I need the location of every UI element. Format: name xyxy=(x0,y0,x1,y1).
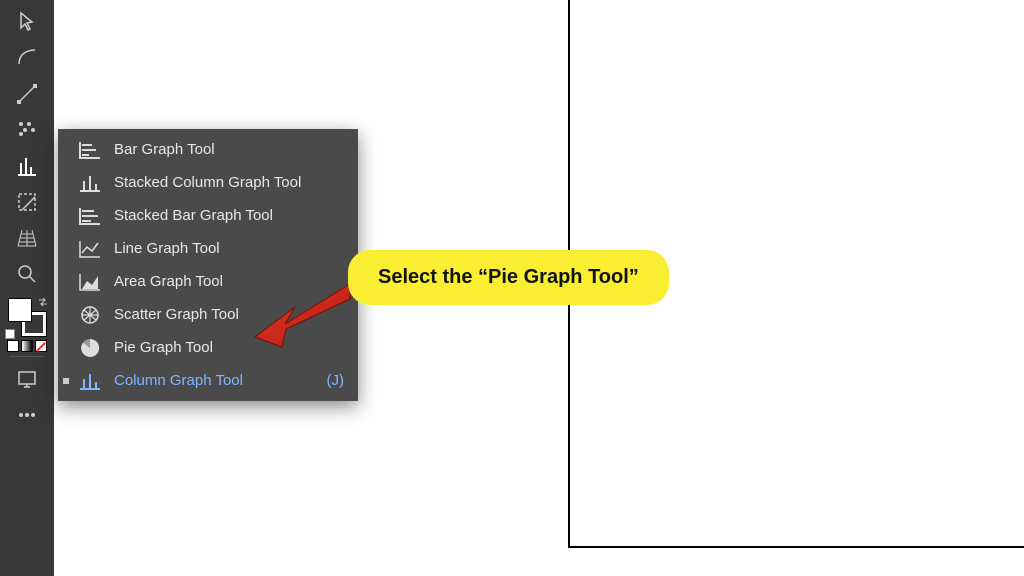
graph-tool-flyout: Bar Graph Tool Stacked Column Graph Tool… xyxy=(58,129,358,401)
default-fill-stroke-icon[interactable] xyxy=(5,329,15,339)
pie-graph-icon xyxy=(78,338,102,358)
flyout-item-label: Column Graph Tool xyxy=(114,372,327,389)
selection-tool-icon xyxy=(15,10,39,34)
color-chip[interactable] xyxy=(7,340,19,352)
zoom-tool-icon xyxy=(15,262,39,286)
symbol-sprayer-tool[interactable] xyxy=(10,113,44,147)
tools-toolbar xyxy=(0,0,54,576)
swap-fill-stroke-icon[interactable] xyxy=(37,295,49,307)
selection-tool[interactable] xyxy=(10,5,44,39)
curvature-tool[interactable] xyxy=(10,41,44,75)
flyout-item-bar-graph[interactable]: Bar Graph Tool xyxy=(58,133,358,166)
perspective-grid-icon xyxy=(15,226,39,250)
stacked-bar-graph-icon xyxy=(78,206,102,226)
color-mode-chips xyxy=(7,340,47,352)
line-segment-tool[interactable] xyxy=(10,77,44,111)
flyout-item-label: Bar Graph Tool xyxy=(114,141,344,158)
edit-toolbar-button[interactable] xyxy=(10,398,44,432)
more-dots-icon xyxy=(15,403,39,427)
annotation-arrow-icon xyxy=(250,279,360,349)
flyout-item-column-graph[interactable]: Column Graph Tool (J) xyxy=(58,364,358,397)
screen-mode-tool[interactable] xyxy=(10,362,44,396)
line-segment-tool-icon xyxy=(15,82,39,106)
screen-mode-icon xyxy=(15,367,39,391)
instruction-callout: Select the “Pie Graph Tool” xyxy=(348,250,669,305)
flyout-item-stacked-bar-graph[interactable]: Stacked Bar Graph Tool xyxy=(58,199,358,232)
slice-tool-icon xyxy=(15,190,39,214)
flyout-item-stacked-column-graph[interactable]: Stacked Column Graph Tool xyxy=(58,166,358,199)
perspective-grid-tool[interactable] xyxy=(10,221,44,255)
flyout-item-label: Stacked Bar Graph Tool xyxy=(114,207,344,224)
slice-tool[interactable] xyxy=(10,185,44,219)
curvature-tool-icon xyxy=(15,46,39,70)
none-chip[interactable] xyxy=(35,340,47,352)
callout-text: Select the “Pie Graph Tool” xyxy=(378,266,639,288)
area-graph-icon xyxy=(78,272,102,292)
flyout-item-label: Line Graph Tool xyxy=(114,240,344,257)
line-graph-icon xyxy=(78,239,102,259)
column-graph-icon xyxy=(78,371,102,391)
flyout-shortcut: (J) xyxy=(327,372,345,389)
active-marker-icon xyxy=(63,378,69,384)
graph-tool[interactable] xyxy=(10,149,44,183)
toolbar-divider xyxy=(10,356,44,357)
fill-stroke-swatch[interactable] xyxy=(5,298,49,352)
fill-swatch[interactable] xyxy=(8,298,32,322)
flyout-item-line-graph[interactable]: Line Graph Tool xyxy=(58,232,358,265)
scatter-graph-icon xyxy=(78,305,102,325)
flyout-item-label: Stacked Column Graph Tool xyxy=(114,174,344,191)
bar-graph-icon xyxy=(78,140,102,160)
zoom-tool[interactable] xyxy=(10,257,44,291)
column-graph-tool-icon xyxy=(15,154,39,178)
gradient-chip[interactable] xyxy=(21,340,33,352)
symbol-sprayer-tool-icon xyxy=(15,118,39,142)
stacked-column-graph-icon xyxy=(78,173,102,193)
